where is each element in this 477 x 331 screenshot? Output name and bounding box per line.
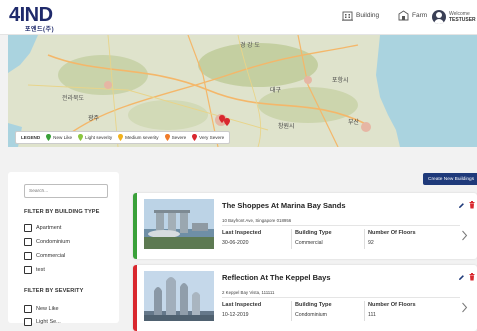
map-label: 창원시	[278, 124, 295, 130]
building-type-value: Condominium	[295, 312, 328, 318]
legend-label: Severe	[171, 135, 187, 140]
last-inspected-value: 10-12-2019	[222, 312, 249, 318]
checkbox[interactable]	[24, 318, 32, 326]
delete-icon[interactable]	[469, 273, 475, 281]
edit-icon[interactable]	[458, 202, 465, 209]
divider	[222, 225, 460, 226]
search-input[interactable]	[24, 184, 108, 198]
building-card[interactable]: Reflection At The Keppel Bays 2 Keppel B…	[133, 265, 477, 331]
legend-label: New Like	[53, 135, 73, 140]
last-inspected-label: Last Inspected	[222, 302, 262, 308]
map-label: 광주	[88, 116, 100, 122]
filter-option-test[interactable]: test	[24, 266, 45, 274]
chevron-right-icon[interactable]	[461, 302, 468, 313]
floors-value: 111	[368, 312, 376, 318]
last-inspected-value: 30-06-2020	[222, 240, 249, 246]
map-pin-icon	[164, 134, 170, 141]
building-icon	[342, 11, 353, 21]
legend-label: Medium severity	[125, 135, 159, 140]
divider	[222, 297, 460, 298]
map-pin-icon	[118, 134, 124, 141]
user-info: Welcome TESTUSER	[449, 11, 476, 23]
building-thumbnail	[144, 271, 214, 321]
divider	[291, 229, 292, 249]
nav-building-label: Building	[356, 12, 380, 19]
filter-option-light-severity[interactable]: Light Se...	[24, 318, 61, 326]
map-pin-icon	[46, 134, 52, 141]
map-label: 경 강 도	[240, 43, 260, 49]
edit-icon[interactable]	[458, 274, 465, 281]
building-address: 2 Keppel Bay Vista, 111111	[222, 290, 275, 295]
legend-label: Light severity	[85, 135, 113, 140]
building-type-value: Commercial	[295, 240, 323, 246]
company-logo[interactable]: 4IND 포엔드(주)	[9, 4, 61, 33]
checkbox[interactable]	[24, 238, 32, 246]
map-pin-icon	[78, 134, 84, 141]
building-name[interactable]: The Shoppes At Marina Bay Sands	[222, 201, 346, 210]
legend-item: Medium severity	[118, 134, 159, 141]
logo-text: 4IND	[9, 4, 53, 26]
checkbox[interactable]	[24, 224, 32, 232]
floors-label: Number Of Floors	[368, 230, 416, 236]
map-label: 대구	[270, 88, 282, 94]
legend-item: Very Severe	[192, 134, 224, 141]
legend-title: LEGEND	[21, 135, 41, 140]
divider	[364, 301, 365, 321]
checkbox[interactable]	[24, 266, 32, 274]
nav-farm[interactable]: Farm	[398, 10, 427, 21]
status-indicator	[133, 193, 137, 259]
map-legend: LEGEND New Like Light severity Medium se…	[15, 131, 231, 144]
filter-option-label: Apartment	[36, 225, 62, 231]
top-header: 4IND 포엔드(주) Building Farm Welcome TESTUS…	[0, 0, 477, 35]
filter-option-commercial[interactable]: Commercial	[24, 252, 65, 260]
building-type-label: Building Type	[295, 302, 332, 308]
last-inspected-label: Last Inspected	[222, 230, 262, 236]
map-label: 부산	[348, 120, 360, 126]
filter-severity-title: FILTER BY SEVERITY	[24, 288, 84, 294]
building-thumbnail	[144, 199, 214, 249]
floors-value: 92	[368, 240, 374, 246]
checkbox[interactable]	[24, 305, 32, 313]
delete-icon[interactable]	[469, 201, 475, 209]
map-label: 포항시	[332, 78, 349, 84]
chevron-right-icon[interactable]	[461, 230, 468, 241]
building-card[interactable]: The Shoppes At Marina Bay Sands 10 Bayfr…	[133, 193, 477, 259]
divider	[364, 229, 365, 249]
farm-icon	[398, 10, 409, 21]
checkbox[interactable]	[24, 252, 32, 260]
map-pin-icon	[192, 134, 198, 141]
filter-option-new-like[interactable]: New Like	[24, 305, 59, 313]
floors-label: Number Of Floors	[368, 302, 416, 308]
building-name[interactable]: Reflection At The Keppel Bays	[222, 273, 331, 282]
filter-option-label: Commercial	[36, 253, 66, 259]
filter-option-label: New Like	[36, 306, 59, 312]
filter-option-apartment[interactable]: Apartment	[24, 224, 61, 232]
filter-option-label: Light Se...	[36, 319, 61, 325]
building-type-label: Building Type	[295, 230, 332, 236]
filter-option-label: Condominium	[36, 239, 70, 245]
divider	[291, 301, 292, 321]
map-view[interactable]: 경 강 도 포항시 대구 부산 창원시 전라북도 광주 LEGEND New L…	[8, 35, 477, 147]
legend-label: Very Severe	[199, 135, 225, 140]
map-label: 전라북도	[62, 96, 85, 102]
status-indicator	[133, 265, 137, 331]
legend-item: Severe	[164, 134, 187, 141]
create-building-button[interactable]: Create New Buildings	[423, 173, 477, 185]
nav-building[interactable]: Building	[342, 10, 379, 21]
nav-farm-label: Farm	[412, 12, 428, 19]
legend-item: Light severity	[78, 134, 112, 141]
filter-option-condominium[interactable]: Condominium	[24, 238, 70, 246]
building-address: 10 Bayfront Ave, Singapore 018956	[222, 218, 292, 223]
logo-subtext: 포엔드(주)	[25, 27, 55, 33]
legend-item: New Like	[46, 134, 72, 141]
user-name: TESTUSER	[449, 17, 476, 23]
filter-sidebar: FILTER BY BUILDING TYPE Apartment Condom…	[8, 172, 119, 326]
avatar-icon	[432, 10, 446, 24]
filter-building-type-title: FILTER BY BUILDING TYPE	[24, 209, 100, 215]
filter-option-label: test	[36, 267, 45, 273]
